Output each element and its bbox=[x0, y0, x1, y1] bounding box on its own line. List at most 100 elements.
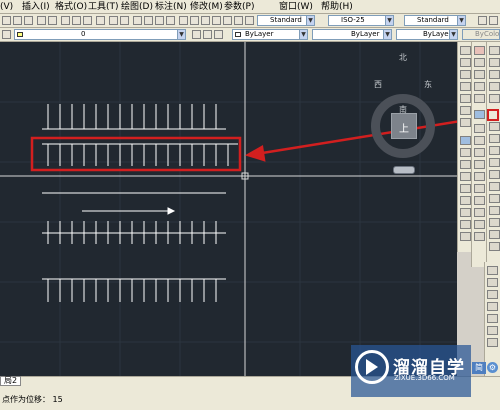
panel-icon-2[interactable] bbox=[487, 278, 498, 287]
menu-insert[interactable]: 插入(I) bbox=[22, 1, 50, 13]
break-icon[interactable] bbox=[474, 184, 485, 193]
offset-icon[interactable] bbox=[474, 82, 485, 91]
explode-icon[interactable] bbox=[474, 232, 485, 241]
ordinate-icon[interactable] bbox=[489, 230, 500, 239]
insert-block-icon[interactable] bbox=[460, 184, 471, 193]
rectangle-icon[interactable] bbox=[460, 94, 471, 103]
copy-object-icon[interactable] bbox=[474, 58, 485, 67]
menu-modify[interactable]: 修改(M) bbox=[190, 1, 223, 13]
lineweight-select[interactable]: ByLayer ▼ bbox=[396, 29, 458, 40]
chevron-down-icon[interactable]: ▼ bbox=[385, 16, 393, 25]
layer-state-icon[interactable] bbox=[214, 30, 223, 39]
panel-icon-5[interactable] bbox=[487, 314, 498, 323]
construction-line-icon[interactable] bbox=[460, 58, 471, 67]
viewcube-face-top[interactable]: 上 bbox=[392, 120, 416, 135]
region-icon[interactable] bbox=[489, 70, 500, 79]
arc-icon[interactable] bbox=[460, 106, 471, 115]
viewcube-icon[interactable]: 上 bbox=[391, 113, 417, 139]
open-file-icon[interactable] bbox=[13, 16, 22, 25]
text-icon[interactable] bbox=[489, 134, 500, 143]
calculator-icon[interactable] bbox=[234, 16, 243, 25]
panel-icon-1[interactable] bbox=[487, 266, 498, 275]
layer-select[interactable]: 0 ▼ bbox=[14, 29, 186, 40]
inspect-icon[interactable] bbox=[489, 242, 500, 251]
multileader-style-icon[interactable] bbox=[489, 16, 498, 25]
zoom-previous-icon[interactable] bbox=[166, 16, 175, 25]
mtext-icon[interactable] bbox=[489, 146, 500, 155]
undo-icon[interactable] bbox=[109, 16, 118, 25]
help-icon[interactable] bbox=[245, 16, 254, 25]
array-icon[interactable] bbox=[474, 94, 485, 103]
panel-icon-6[interactable] bbox=[487, 326, 498, 335]
line-icon[interactable] bbox=[460, 46, 471, 55]
markup-icon[interactable] bbox=[223, 16, 232, 25]
rotate-icon[interactable] bbox=[474, 124, 485, 133]
multileader-icon[interactable] bbox=[478, 16, 487, 25]
scale-icon[interactable] bbox=[474, 136, 485, 145]
layer-manager-icon[interactable] bbox=[2, 30, 11, 39]
ellipse-icon[interactable] bbox=[460, 160, 471, 169]
sheet-set-icon[interactable] bbox=[212, 16, 221, 25]
join-icon[interactable] bbox=[474, 196, 485, 205]
make-current-layer-icon[interactable] bbox=[192, 30, 201, 39]
zoom-window-icon[interactable] bbox=[155, 16, 164, 25]
gear-icon[interactable]: ⚙ bbox=[487, 362, 498, 373]
erase-icon[interactable] bbox=[474, 46, 485, 55]
match-properties-icon[interactable] bbox=[96, 16, 105, 25]
layer-previous-icon[interactable] bbox=[203, 30, 212, 39]
menu-window[interactable]: 窗口(W) bbox=[279, 1, 313, 13]
panel-icon-3[interactable] bbox=[487, 290, 498, 299]
copy-icon[interactable] bbox=[72, 16, 81, 25]
compass-south[interactable]: 南 bbox=[399, 104, 407, 115]
menu-format[interactable]: 格式(O) bbox=[55, 1, 87, 13]
properties-icon[interactable] bbox=[179, 16, 188, 25]
chamfer-icon[interactable] bbox=[474, 208, 485, 217]
point-icon[interactable] bbox=[460, 208, 471, 217]
compass-east[interactable]: 东 bbox=[424, 79, 432, 90]
menu-help[interactable]: 帮助(H) bbox=[321, 1, 353, 13]
tool-palettes-icon[interactable] bbox=[201, 16, 210, 25]
polygon-icon[interactable] bbox=[460, 82, 471, 91]
linetype-select[interactable]: ByLayer ▼ bbox=[312, 29, 392, 40]
dist-icon[interactable] bbox=[489, 46, 500, 55]
quick-dim-icon[interactable] bbox=[489, 218, 500, 227]
extend-icon[interactable] bbox=[474, 172, 485, 181]
compass-north[interactable]: 北 bbox=[399, 52, 407, 63]
paste-icon[interactable] bbox=[83, 16, 92, 25]
menu-view[interactable]: (V) bbox=[0, 1, 13, 13]
spline-icon[interactable] bbox=[460, 148, 471, 157]
mirror-icon[interactable] bbox=[474, 70, 485, 79]
table-icon[interactable] bbox=[489, 94, 500, 103]
fillet-icon[interactable] bbox=[474, 220, 485, 229]
menu-parametric[interactable]: 参数(P) bbox=[224, 1, 254, 13]
chevron-down-icon[interactable]: ▼ bbox=[306, 16, 314, 25]
color-select[interactable]: ByLayer ▼ bbox=[232, 29, 308, 40]
design-center-icon[interactable] bbox=[190, 16, 199, 25]
plot-style-select[interactable]: ByColor bbox=[462, 29, 500, 40]
menu-draw[interactable]: 绘图(D) bbox=[121, 1, 153, 13]
plot-icon[interactable] bbox=[37, 16, 46, 25]
dimension-icon[interactable] bbox=[489, 122, 500, 131]
pan-icon[interactable] bbox=[133, 16, 142, 25]
cut-icon[interactable] bbox=[61, 16, 70, 25]
chevron-down-icon[interactable]: ▼ bbox=[457, 16, 465, 25]
panel-icon-4[interactable] bbox=[487, 302, 498, 311]
leader-icon[interactable] bbox=[489, 158, 500, 167]
polyline-edit-icon[interactable] bbox=[489, 82, 500, 91]
simplified-chinese-button[interactable]: 简 bbox=[472, 362, 486, 374]
trim-icon[interactable] bbox=[474, 160, 485, 169]
panel-icon-7[interactable] bbox=[487, 338, 498, 347]
move-tool-icon[interactable] bbox=[474, 110, 485, 119]
preview-icon[interactable] bbox=[48, 16, 57, 25]
area-icon[interactable] bbox=[489, 58, 500, 67]
polyline-icon[interactable] bbox=[460, 70, 471, 79]
new-file-icon[interactable] bbox=[2, 16, 11, 25]
circle-icon[interactable] bbox=[460, 118, 471, 127]
menu-tools[interactable]: 工具(T) bbox=[88, 1, 119, 13]
compass-west[interactable]: 西 bbox=[374, 79, 382, 90]
chevron-down-icon[interactable]: ▼ bbox=[449, 30, 457, 39]
continue-icon[interactable] bbox=[489, 206, 500, 215]
tolerance-icon[interactable] bbox=[489, 170, 500, 179]
layout-tab[interactable]: 局2 bbox=[0, 376, 22, 386]
chevron-down-icon[interactable]: ▼ bbox=[299, 30, 307, 39]
